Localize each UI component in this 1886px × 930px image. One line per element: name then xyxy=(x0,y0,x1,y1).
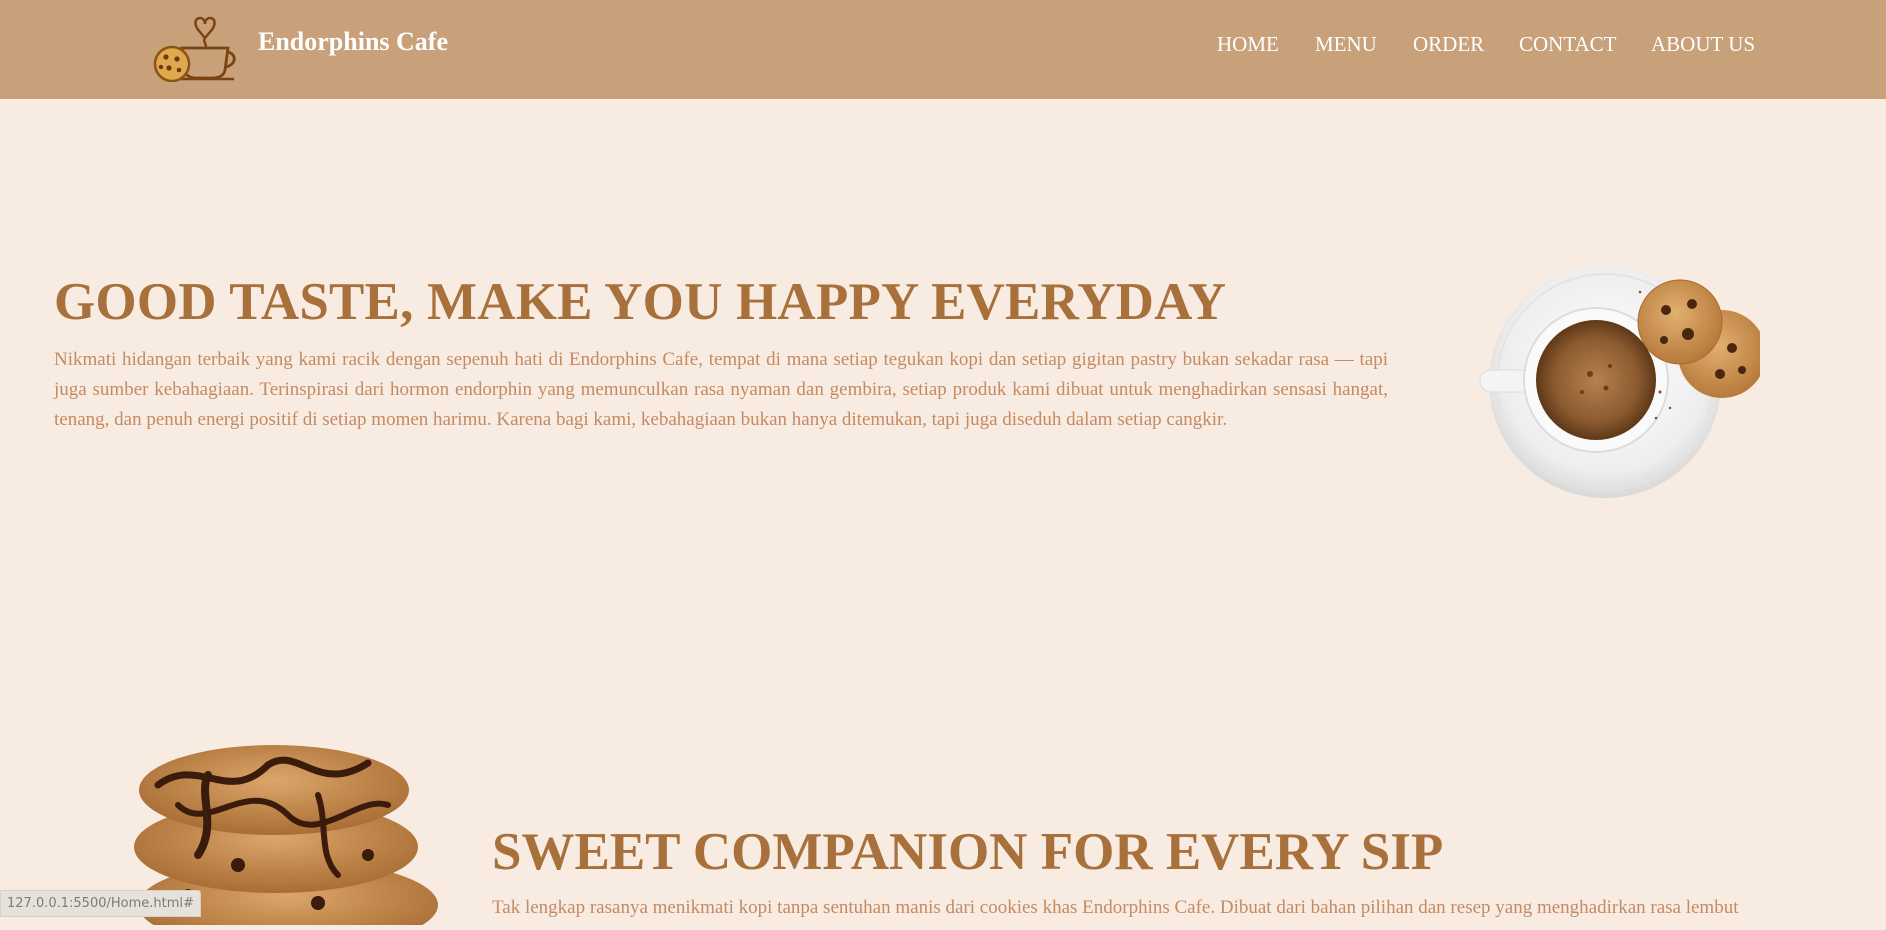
nav-order[interactable]: ORDER xyxy=(1413,32,1484,57)
coffee-cup-cookies-image xyxy=(1470,262,1766,502)
navbar: Endorphins Cafe HOME MENU ORDER CONTACT … xyxy=(0,0,1886,99)
hero-text: Nikmati hidangan terbaik yang kami racik… xyxy=(54,349,1388,430)
section2-text: Tak lengkap rasanya menikmati kopi tanpa… xyxy=(492,897,1739,918)
nav-home[interactable]: HOME xyxy=(1217,32,1279,57)
nav-menu[interactable]: MENU xyxy=(1315,32,1377,57)
nav-contact[interactable]: CONTACT xyxy=(1519,32,1616,57)
section2-title: SWEET COMPANION FOR EVERY SIP xyxy=(492,823,1444,881)
main-nav: HOME MENU ORDER CONTACT ABOUT US xyxy=(0,32,1886,62)
hero-title: GOOD TASTE, MAKE YOU HAPPY EVERYDAY xyxy=(54,273,1227,331)
browser-status-url: 127.0.0.1:5500/Home.html# xyxy=(0,890,201,917)
nav-about-us[interactable]: ABOUT US xyxy=(1651,32,1755,57)
